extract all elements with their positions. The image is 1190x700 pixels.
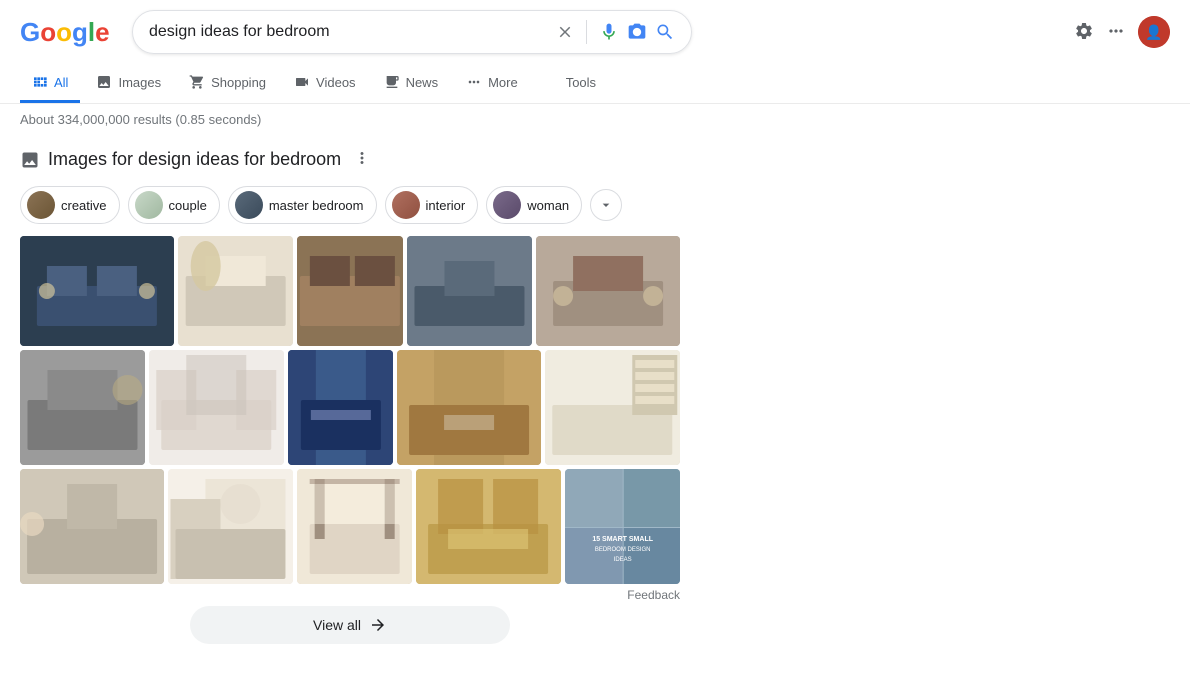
header: Google design ideas for bedroom	[0, 0, 1190, 64]
svg-text:BEDROOM DESIGN: BEDROOM DESIGN	[594, 547, 650, 553]
search-bar-container: design ideas for bedroom	[132, 10, 692, 54]
image-1[interactable]	[20, 236, 174, 346]
header-right: 👤	[1074, 16, 1170, 48]
tab-images[interactable]: Images	[84, 64, 173, 103]
image-9[interactable]	[397, 350, 541, 465]
image-6[interactable]	[20, 350, 145, 465]
chip-creative-label: creative	[61, 198, 107, 213]
chip-master-bedroom-label: master bedroom	[269, 198, 364, 213]
tab-news-label: News	[406, 75, 439, 90]
image-13[interactable]	[297, 469, 412, 584]
chip-expand-button[interactable]	[590, 189, 622, 221]
nav-tabs: All Images Shopping Videos News More Too…	[0, 64, 1190, 104]
chip-woman-img	[493, 191, 521, 219]
view-all-button[interactable]: View all	[190, 606, 510, 644]
chip-woman[interactable]: woman	[486, 186, 582, 224]
image-15[interactable]: 15 SMART SMALL BEDROOM DESIGN IDEAS	[565, 469, 680, 584]
image-12[interactable]	[168, 469, 293, 584]
chip-creative[interactable]: creative	[20, 186, 120, 224]
feedback-text[interactable]: Feedback	[20, 588, 680, 602]
user-avatar[interactable]: 👤	[1138, 16, 1170, 48]
chip-creative-img	[27, 191, 55, 219]
search-button[interactable]	[655, 22, 675, 42]
image-row-2	[20, 350, 680, 465]
image-2[interactable]	[178, 236, 293, 346]
view-all-label: View all	[313, 617, 361, 633]
image-8[interactable]	[288, 350, 394, 465]
svg-text:👤: 👤	[1145, 24, 1162, 41]
chip-couple-img	[135, 191, 163, 219]
image-10[interactable]	[545, 350, 680, 465]
images-more-options-button[interactable]	[349, 145, 375, 174]
tab-videos[interactable]: Videos	[282, 64, 368, 103]
image-14[interactable]	[416, 469, 560, 584]
chip-couple[interactable]: couple	[128, 186, 220, 224]
settings-button[interactable]	[1074, 21, 1094, 44]
arrow-right-icon	[369, 616, 387, 634]
tools-button[interactable]: Tools	[554, 65, 608, 103]
voice-search-button[interactable]	[599, 22, 619, 42]
tab-shopping[interactable]: Shopping	[177, 64, 278, 103]
image-row-3: 15 SMART SMALL BEDROOM DESIGN IDEAS	[20, 469, 680, 584]
chip-interior[interactable]: interior	[385, 186, 479, 224]
image-3[interactable]	[297, 236, 403, 346]
images-section: Images for design ideas for bedroom crea…	[0, 135, 760, 664]
image-4[interactable]	[407, 236, 532, 346]
google-logo[interactable]: Google	[20, 17, 112, 47]
tab-shopping-label: Shopping	[211, 75, 266, 90]
search-bar: design ideas for bedroom	[132, 10, 692, 54]
apps-button[interactable]	[1106, 21, 1126, 44]
results-count-text: About 334,000,000 results (0.85 seconds)	[20, 112, 261, 127]
chip-interior-label: interior	[426, 198, 466, 213]
chip-couple-label: couple	[169, 198, 207, 213]
tab-images-label: Images	[118, 75, 161, 90]
tab-news[interactable]: News	[372, 64, 451, 103]
view-all-container: View all	[20, 606, 680, 644]
divider	[586, 20, 587, 44]
clear-search-button[interactable]	[556, 23, 574, 41]
lens-button[interactable]	[627, 22, 647, 42]
image-section-icon	[20, 150, 40, 170]
tab-more[interactable]: More	[454, 64, 530, 103]
images-section-title: Images for design ideas for bedroom	[48, 149, 341, 170]
filter-chips: creative couple master bedroom interior …	[20, 186, 740, 224]
chip-woman-label: woman	[527, 198, 569, 213]
svg-text:15 SMART SMALL: 15 SMART SMALL	[592, 536, 653, 543]
images-section-header: Images for design ideas for bedroom	[20, 145, 740, 174]
image-row-1	[20, 236, 680, 346]
svg-text:Google: Google	[20, 17, 110, 47]
chip-master-bedroom-img	[235, 191, 263, 219]
image-7[interactable]	[149, 350, 284, 465]
tab-more-label: More	[488, 75, 518, 90]
chip-master-bedroom[interactable]: master bedroom	[228, 186, 377, 224]
tab-all-label: All	[54, 75, 68, 90]
chip-interior-img	[392, 191, 420, 219]
image-11[interactable]	[20, 469, 164, 584]
tab-all[interactable]: All	[20, 64, 80, 103]
search-input[interactable]: design ideas for bedroom	[149, 23, 548, 41]
tab-videos-label: Videos	[316, 75, 356, 90]
image-5[interactable]	[536, 236, 680, 346]
svg-text:IDEAS: IDEAS	[613, 557, 631, 563]
results-info: About 334,000,000 results (0.85 seconds)	[0, 104, 1190, 135]
